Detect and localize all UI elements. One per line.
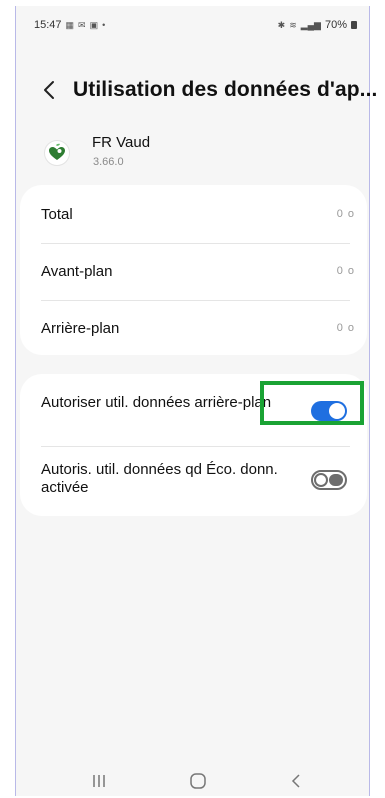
setting-label: Autoris. util. données qd Éco. donn. act… (41, 461, 278, 496)
back-arrow-icon[interactable] (40, 78, 60, 102)
battery-level: 70% (324, 19, 347, 31)
battery-icon (351, 21, 357, 29)
signal-icon: ▂▄▆ (300, 19, 321, 30)
status-bar: 15:47 ▦ ✉ ▣ • ✱ ≋ ▂▄▆ 70% (16, 6, 369, 36)
app-icon (44, 140, 70, 166)
app-version: 3.66.0 (93, 156, 124, 168)
mail-icon: ✉ (78, 19, 86, 30)
image-icon: ▣ (89, 19, 99, 30)
usage-row-total: Total 0 o (20, 187, 367, 243)
usage-row-foreground: Avant-plan 0 o (20, 244, 367, 300)
highlight-box (260, 381, 364, 425)
status-right: ✱ ≋ ▂▄▆ 70% (278, 19, 357, 31)
status-time: 15:47 (34, 19, 62, 31)
header: Utilisation des données d'ap... (16, 72, 377, 112)
usage-label: Arrière-plan (41, 320, 120, 337)
home-icon[interactable] (183, 769, 213, 793)
usage-label: Total (41, 206, 73, 223)
bluetooth-icon: ✱ (277, 19, 286, 30)
app-name: FR Vaud (92, 134, 151, 151)
wifi-icon: ≋ (289, 19, 297, 30)
gallery-icon: ▦ (65, 19, 75, 30)
status-left: 15:47 ▦ ✉ ▣ • (34, 19, 105, 31)
setting-row-data-saver[interactable]: Autoris. util. données qd Éco. donn. act… (20, 447, 367, 516)
usage-value: 0 o (336, 322, 355, 334)
navigation-bar (16, 761, 369, 798)
recent-apps-icon[interactable] (84, 769, 114, 793)
phone-screen: 15:47 ▦ ✉ ▣ • ✱ ≋ ▂▄▆ 70% Utilisation de… (15, 6, 377, 798)
setting-label: Autoriser util. données arrière-plan (41, 394, 272, 411)
toggle-knob (314, 473, 328, 487)
usage-value: 0 o (336, 208, 355, 220)
usage-label: Avant-plan (41, 263, 113, 280)
usage-row-background: Arrière-plan 0 o (20, 301, 367, 357)
back-icon[interactable] (281, 769, 311, 793)
dot-icon: • (102, 20, 106, 30)
toggle-track-fill (329, 474, 343, 486)
page-title: Utilisation des données d'ap... (73, 78, 378, 101)
usage-card: Total 0 o Avant-plan 0 o Arrière-plan 0 … (20, 185, 367, 355)
app-info: FR Vaud 3.66.0 (38, 132, 338, 176)
data-saver-toggle[interactable] (311, 470, 347, 490)
usage-value: 0 o (336, 265, 355, 277)
